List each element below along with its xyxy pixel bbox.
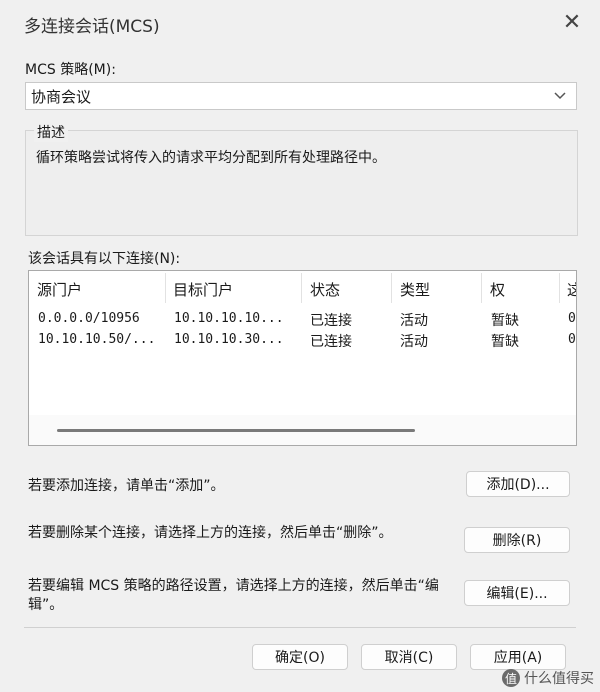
close-icon: ✕ [562, 9, 582, 35]
cell-source: 10.10.10.50/... [38, 332, 156, 347]
cell-extra: 0 [568, 311, 576, 326]
cell-target: 10.10.10.10... [174, 311, 284, 326]
column-separator[interactable] [481, 273, 482, 303]
cell-weight: 暂缺 [491, 313, 519, 329]
scrollbar-thumb[interactable] [57, 429, 415, 432]
connections-list[interactable]: 源门户 目标门户 状态 类型 权 这 0.0.0.0/10956 10.10.1… [28, 270, 577, 446]
title-bar: 多连接会话(MCS) ✕ [0, 0, 600, 44]
description-legend: 描述 [34, 122, 68, 142]
footer-divider [24, 627, 576, 628]
apply-button[interactable]: 应用(A) [470, 644, 566, 670]
cell-source: 0.0.0.0/10956 [38, 311, 140, 326]
horizontal-scrollbar[interactable] [29, 415, 576, 445]
policy-label: MCS 策略(M): [25, 62, 116, 78]
cell-extra: 0 [568, 332, 576, 347]
cell-weight: 暂缺 [491, 334, 519, 350]
cell-status: 已连接 [310, 334, 352, 350]
edit-button[interactable]: 编辑(E)... [464, 580, 570, 606]
description-text: 循环策略尝试将传入的请求平均分配到所有处理路径中。 [36, 150, 386, 166]
watermark-text: 什么值得买 [524, 671, 594, 687]
column-header-status[interactable]: 状态 [310, 279, 340, 300]
column-separator[interactable] [165, 273, 166, 303]
policy-selected-value: 协商会议 [31, 87, 92, 106]
column-header-type[interactable]: 类型 [400, 279, 430, 300]
add-hint: 若要添加连接，请单击“添加”。 [28, 478, 225, 494]
cell-type: 活动 [400, 313, 428, 329]
watermark-badge-icon: 值 [502, 669, 520, 687]
watermark: 值 什么值得买 [502, 668, 594, 688]
column-header-weight[interactable]: 权 [490, 279, 505, 300]
remove-hint: 若要删除某个连接，请选择上方的连接，然后单击“删除”。 [28, 525, 393, 541]
cancel-button[interactable]: 取消(C) [361, 644, 457, 670]
cell-status: 已连接 [310, 313, 352, 329]
column-separator[interactable] [559, 273, 560, 303]
close-button[interactable]: ✕ [552, 6, 592, 38]
edit-hint: 若要编辑 MCS 策略的路径设置，请选择上方的连接，然后单击“编辑”。 [28, 578, 439, 613]
chevron-down-icon [554, 92, 566, 100]
policy-select[interactable]: 协商会议 [25, 82, 577, 110]
column-separator[interactable] [391, 273, 392, 303]
cell-type: 活动 [400, 334, 428, 350]
ok-button[interactable]: 确定(O) [252, 644, 348, 670]
description-group [25, 130, 578, 236]
cell-target: 10.10.10.30... [174, 332, 284, 347]
connections-label: 该会话具有以下连接(N): [28, 251, 181, 267]
column-header-extra[interactable]: 这 [567, 279, 576, 300]
column-header-target[interactable]: 目标门户 [173, 279, 233, 300]
add-button[interactable]: 添加(D)... [466, 471, 570, 497]
remove-button[interactable]: 删除(R) [464, 527, 570, 553]
column-header-source[interactable]: 源门户 [37, 279, 82, 300]
column-separator[interactable] [301, 273, 302, 303]
window-title: 多连接会话(MCS) [24, 17, 160, 37]
